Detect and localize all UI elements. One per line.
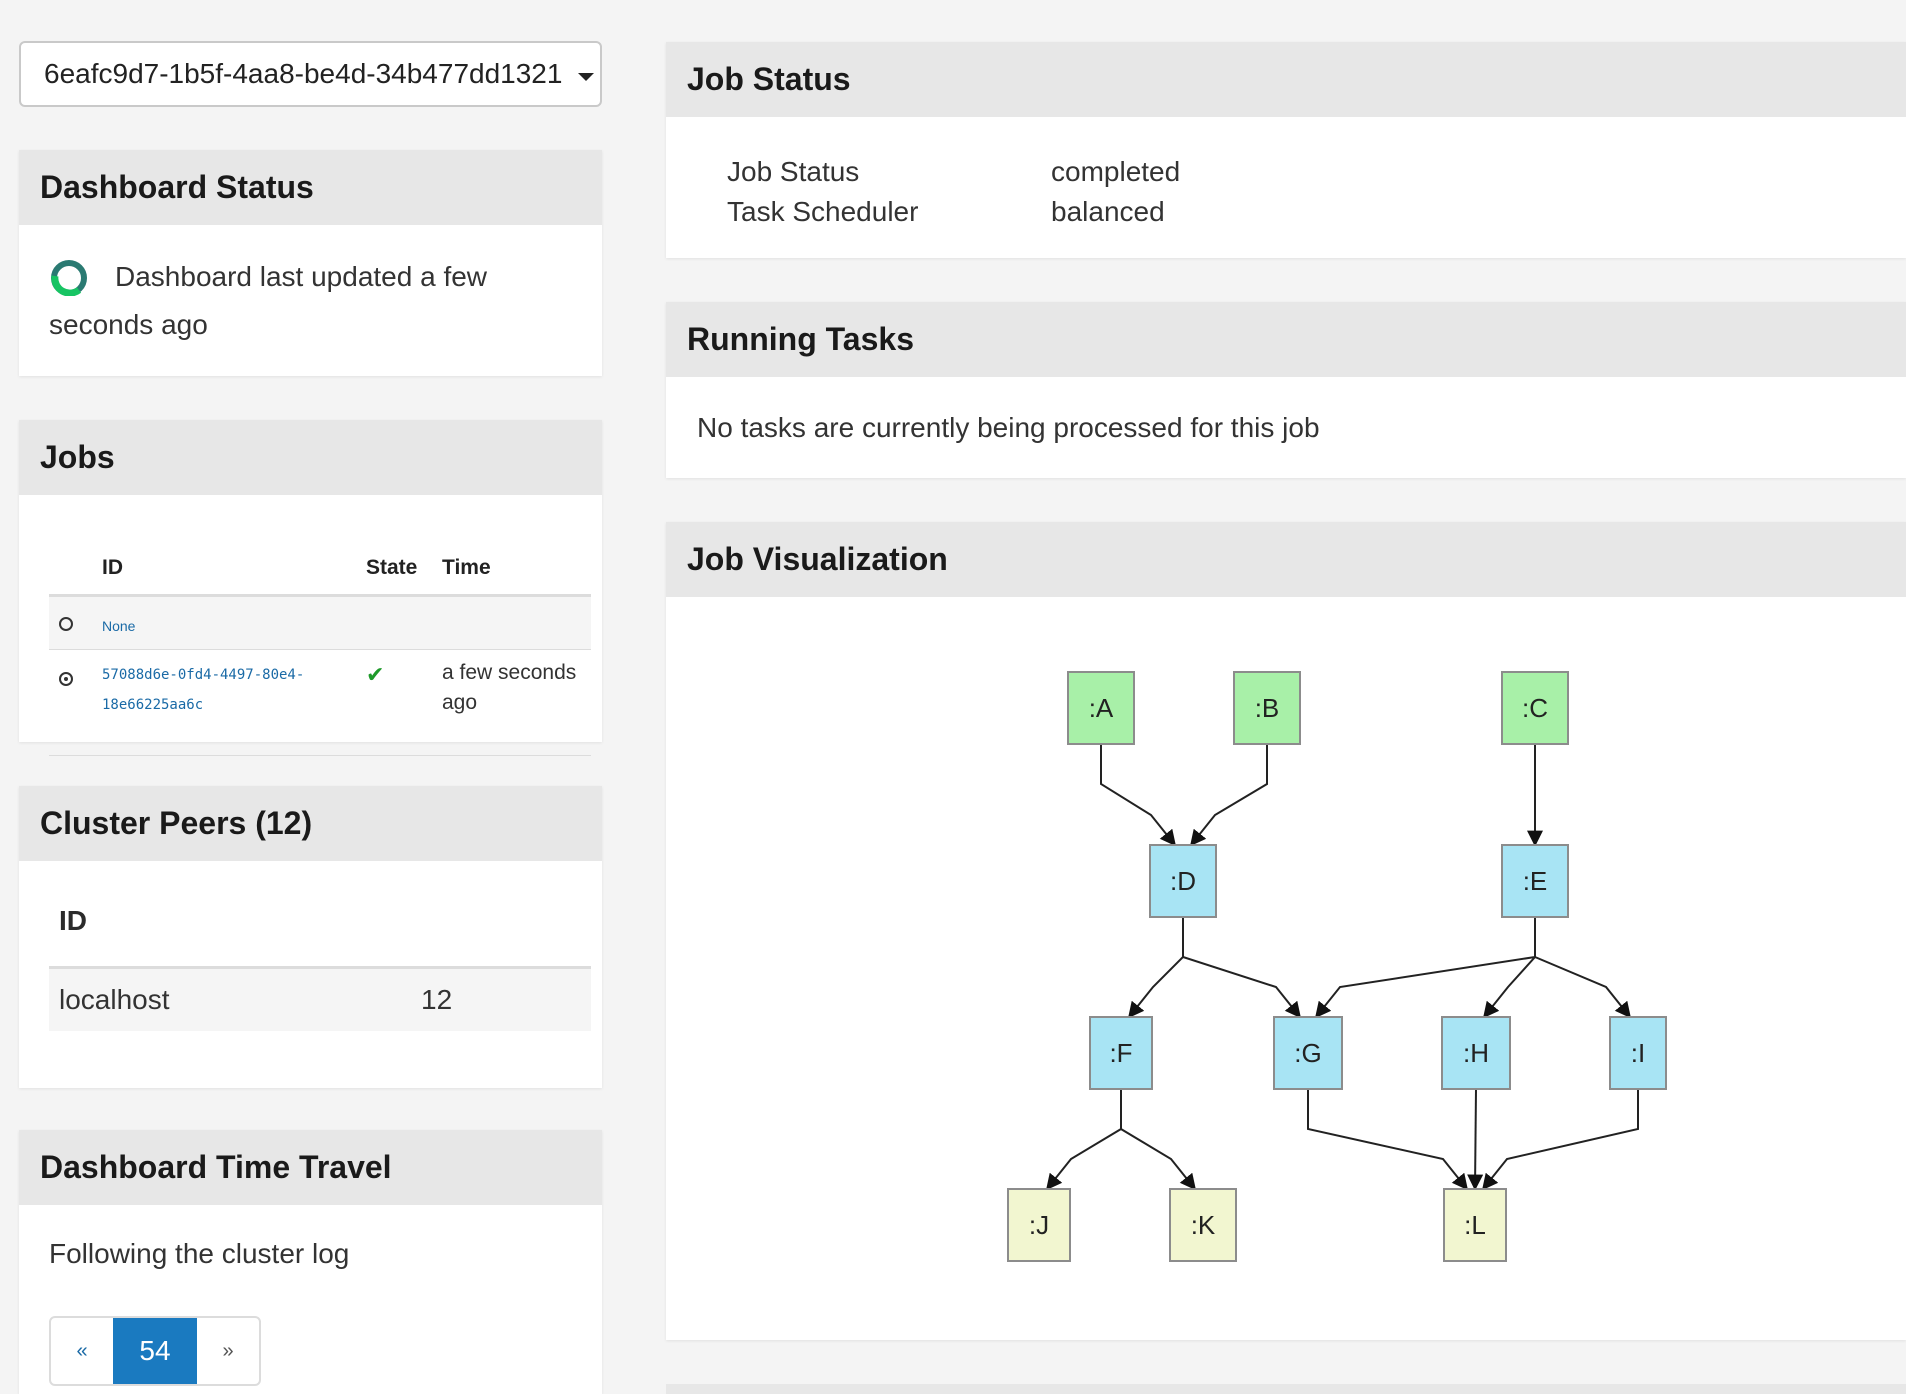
time-travel-title: Dashboard Time Travel bbox=[19, 1130, 602, 1205]
dag-edge-d-f bbox=[1128, 917, 1184, 1019]
job-select-value: 6eafc9d7-1b5f-4aa8-be4d-34b477dd1321 bbox=[44, 58, 563, 89]
dag-node-d[interactable]: :D bbox=[1149, 844, 1217, 918]
dag-edge-h-l bbox=[1467, 1088, 1484, 1191]
dag-edge-a-d bbox=[1100, 744, 1176, 847]
chevron-down-icon bbox=[578, 73, 594, 81]
running-tasks-title: Running Tasks bbox=[666, 302, 1906, 377]
dag-edge-e-g bbox=[1315, 917, 1536, 1019]
job-id-link[interactable]: 57088d6e-0fd4-4497-80e4- 18e66225aa6c bbox=[102, 660, 364, 720]
dag-node-label: :K bbox=[1191, 1210, 1216, 1240]
job-status-title: Job Status bbox=[666, 42, 1906, 117]
dag-edge-i-l bbox=[1482, 1089, 1639, 1191]
jobs-header-state: State bbox=[365, 542, 441, 597]
dag-edge-e-i bbox=[1534, 917, 1631, 1019]
peers-table: ID localhost 12 bbox=[49, 876, 591, 1031]
jobs-header-time: Time bbox=[441, 542, 591, 597]
dashboard-status-text: Dashboard last updated a few seconds ago bbox=[49, 261, 488, 340]
dag-node-label: :B bbox=[1255, 693, 1280, 723]
dag-node-label: :D bbox=[1170, 866, 1196, 896]
dag-edge-g-l bbox=[1307, 1089, 1468, 1191]
cluster-peers-title: Cluster Peers (12) bbox=[19, 786, 602, 861]
pagination: « 54 » bbox=[49, 1316, 261, 1386]
jobs-table: ID State Time None 57088d6e-0fd4-4497-80… bbox=[49, 542, 591, 756]
dag-node-label: :L bbox=[1464, 1210, 1486, 1240]
dag-node-label: :F bbox=[1109, 1038, 1132, 1068]
dag-edge-e-h bbox=[1483, 917, 1536, 1019]
running-tasks-panel: Running Tasks No tasks are currently bei… bbox=[666, 302, 1906, 478]
dashboard-status-title: Dashboard Status bbox=[19, 150, 602, 225]
dag-node-b[interactable]: :B bbox=[1233, 671, 1301, 745]
pager-next-button[interactable]: » bbox=[197, 1318, 259, 1384]
table-row[interactable]: 57088d6e-0fd4-4497-80e4- 18e66225aa6c ✔ … bbox=[49, 649, 591, 756]
job-id-link[interactable]: None bbox=[102, 618, 135, 634]
job-radio-none[interactable] bbox=[59, 617, 73, 631]
dag-node-g[interactable]: :G bbox=[1273, 1016, 1343, 1090]
dag-node-label: :J bbox=[1029, 1210, 1049, 1240]
dag-edge-b-d bbox=[1190, 744, 1268, 847]
time-travel-text: Following the cluster log bbox=[49, 1238, 350, 1269]
table-row: localhost 12 bbox=[49, 967, 591, 1031]
peer-id: localhost bbox=[49, 967, 420, 1031]
dashboard-status-panel: Dashboard Status Dashboard last updated … bbox=[19, 150, 602, 376]
dag-node-a[interactable]: :A bbox=[1067, 671, 1135, 745]
job-dag-graph: :A :B :C :D :E :F :G :H :I :J :K :L bbox=[1007, 671, 1667, 1262]
dag-node-k[interactable]: :K bbox=[1169, 1188, 1237, 1262]
spinner-icon bbox=[49, 256, 89, 297]
dag-node-f[interactable]: :F bbox=[1089, 1016, 1153, 1090]
peers-header-id: ID bbox=[49, 876, 420, 969]
task-scheduler-row: Task Scheduler balanced bbox=[727, 196, 1165, 227]
dag-node-label: :H bbox=[1463, 1038, 1489, 1068]
job-time: a few seconds ago bbox=[441, 649, 591, 756]
pager-current-page[interactable]: 54 bbox=[113, 1318, 197, 1384]
table-row[interactable]: None bbox=[49, 595, 591, 650]
running-tasks-text: No tasks are currently being processed f… bbox=[697, 412, 1320, 443]
dag-node-l[interactable]: :L bbox=[1443, 1188, 1507, 1262]
job-visualization-panel: Job Visualization :A :B :C :D :E :F :G :H :I :J :K… bbox=[666, 522, 1906, 1340]
time-travel-panel: Dashboard Time Travel Following the clus… bbox=[19, 1130, 602, 1394]
job-status-list: Job Status completed Task Scheduler bala… bbox=[727, 152, 1180, 232]
cluster-peers-panel: Cluster Peers (12) ID localhost 12 bbox=[19, 786, 602, 1088]
dag-node-h[interactable]: :H bbox=[1441, 1016, 1511, 1090]
dag-edge-f-j bbox=[1046, 1089, 1122, 1191]
check-icon: ✔ bbox=[365, 649, 441, 756]
job-status-row: Job Status completed bbox=[727, 156, 1181, 187]
dag-node-label: :C bbox=[1522, 693, 1548, 723]
peer-count: 12 bbox=[420, 967, 591, 1031]
dag-edge-d-g bbox=[1182, 917, 1301, 1019]
jobs-header-id: ID bbox=[101, 542, 365, 597]
dag-node-label: :E bbox=[1523, 866, 1548, 896]
job-radio-selected[interactable] bbox=[59, 672, 73, 686]
dag-node-j[interactable]: :J bbox=[1007, 1188, 1071, 1262]
dag-node-label: :A bbox=[1089, 693, 1114, 723]
jobs-title: Jobs bbox=[19, 420, 602, 495]
dag-edge-f-k bbox=[1120, 1089, 1196, 1191]
job-status-panel: Job Status Job Status completed Task Sch… bbox=[666, 42, 1906, 258]
dag-node-label: :G bbox=[1294, 1038, 1321, 1068]
jobs-panel: Jobs ID State Time None 57088d6e-0fd4-44… bbox=[19, 420, 602, 756]
dag-node-e[interactable]: :E bbox=[1501, 844, 1569, 918]
job-select[interactable]: 6eafc9d7-1b5f-4aa8-be4d-34b477dd1321 bbox=[19, 41, 602, 107]
next-panel-edge bbox=[666, 1384, 1906, 1394]
pager-prev-button[interactable]: « bbox=[51, 1318, 113, 1384]
dag-node-i[interactable]: :I bbox=[1609, 1016, 1667, 1090]
job-visualization-title: Job Visualization bbox=[666, 522, 1906, 597]
dag-node-c[interactable]: :C bbox=[1501, 671, 1569, 745]
dag-node-label: :I bbox=[1631, 1038, 1645, 1068]
